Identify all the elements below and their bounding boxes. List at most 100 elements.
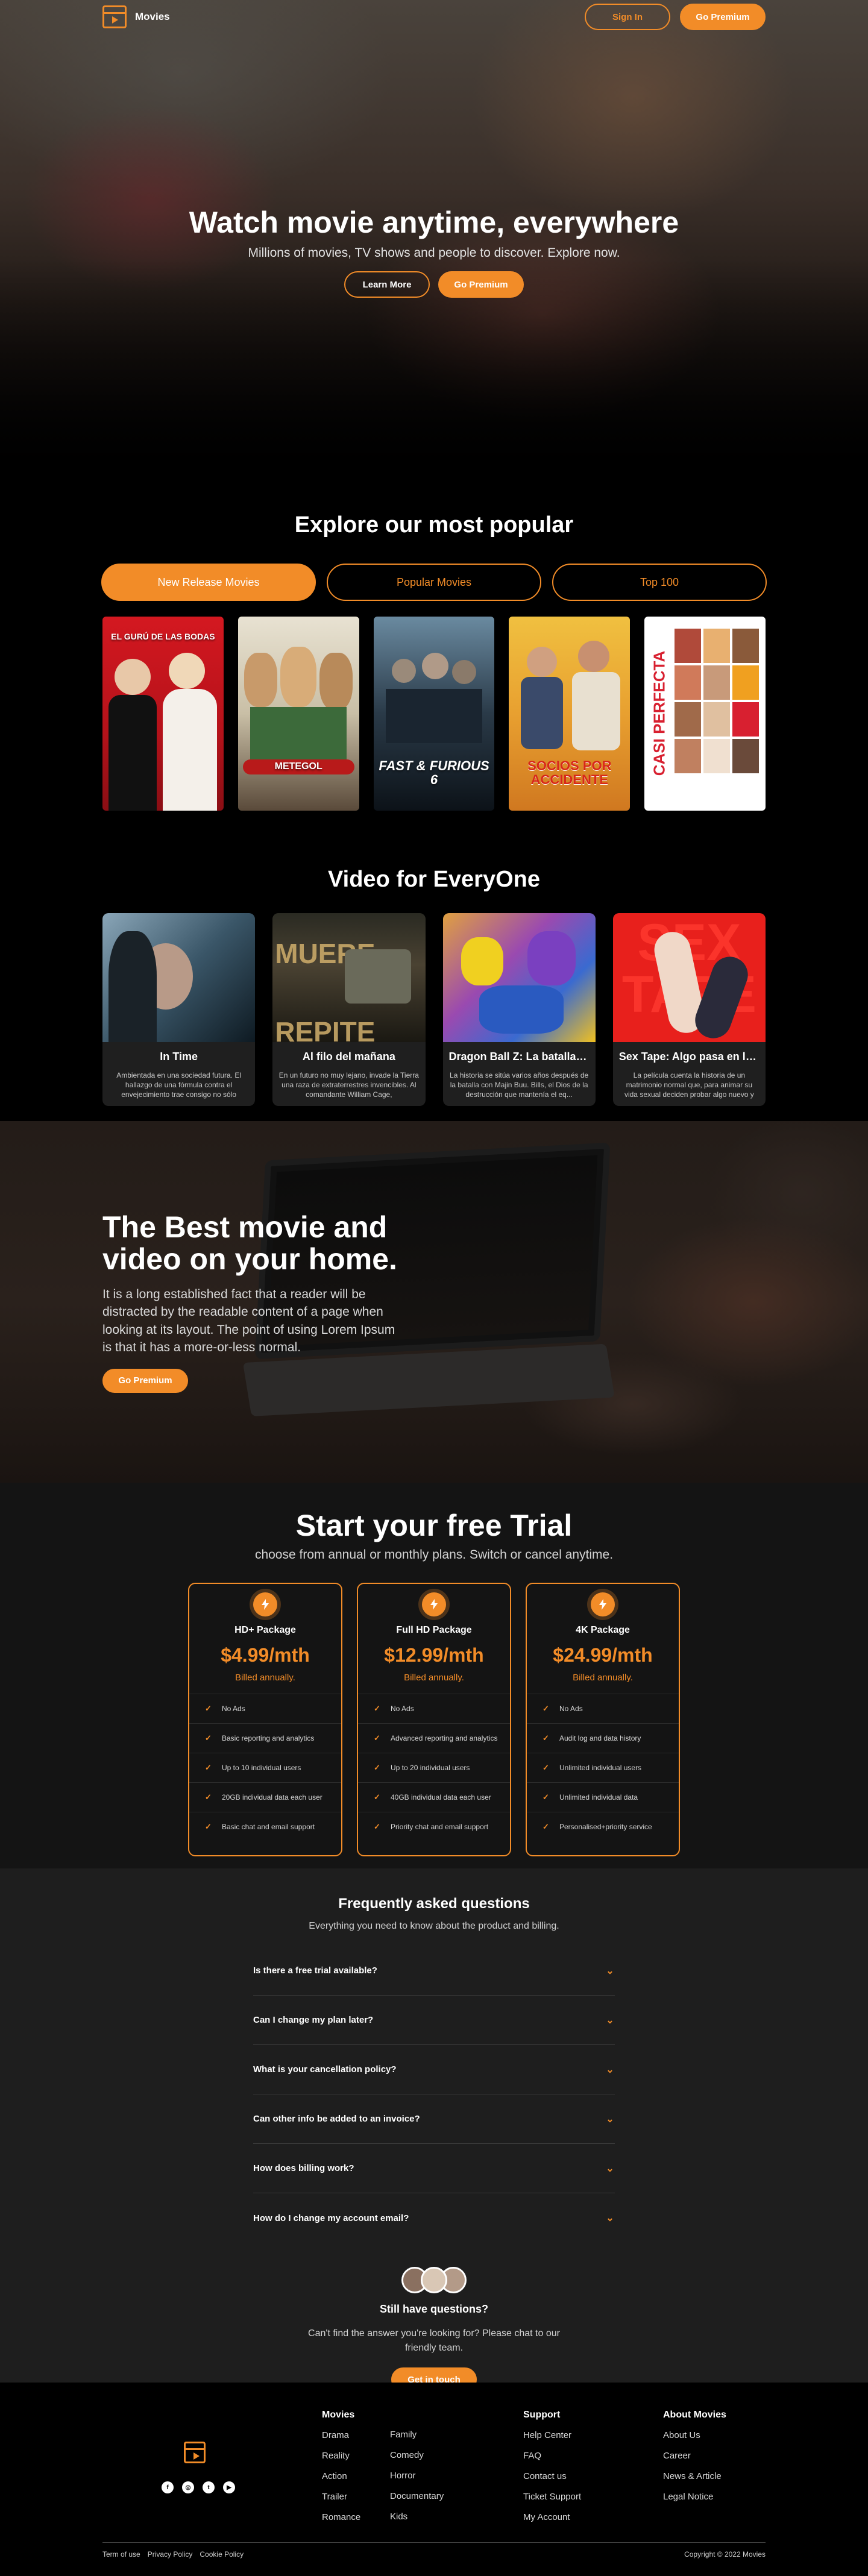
- tab-new-release[interactable]: New Release Movies: [101, 564, 316, 601]
- support-avatars: [0, 2267, 868, 2293]
- footer-link[interactable]: Reality: [322, 2451, 360, 2461]
- popular-tabs: New Release Movies Popular Movies Top 10…: [0, 564, 868, 601]
- footer-col-movies-2: Family Comedy Horror Documentary Kids: [390, 2430, 444, 2532]
- tab-top-100[interactable]: Top 100: [552, 564, 767, 601]
- privacy-link[interactable]: Privacy Policy: [148, 2550, 193, 2559]
- plan-feature: ✓ 20GB individual data each user: [189, 1782, 341, 1812]
- check-icon: ✓: [205, 1733, 212, 1742]
- brand-logo[interactable]: Movies: [102, 5, 170, 28]
- facebook-icon[interactable]: f: [162, 2481, 174, 2493]
- movie-poster[interactable]: EL GURÚ DE LAS BODAS: [102, 617, 224, 811]
- footer-link[interactable]: Help Center: [523, 2430, 581, 2440]
- plan-feature: ✓ Unlimited individual data: [527, 1782, 679, 1812]
- check-icon: ✓: [542, 1704, 549, 1713]
- check-icon: ✓: [205, 1763, 212, 1772]
- plan-feature: ✓ Up to 10 individual users: [189, 1753, 341, 1782]
- best-title: The Best movie and video on your home.: [102, 1210, 397, 1276]
- video-card[interactable]: Dragon Ball Z: La batalla de los dioses …: [442, 913, 596, 1106]
- bolt-icon: [253, 1592, 277, 1616]
- twitter-icon[interactable]: t: [203, 2481, 215, 2493]
- go-premium-nav-button[interactable]: Go Premium: [680, 4, 766, 30]
- footer-link[interactable]: Action: [322, 2471, 360, 2481]
- check-icon: ✓: [542, 1733, 549, 1742]
- footer-link[interactable]: My Account: [523, 2512, 581, 2522]
- check-icon: ✓: [374, 1792, 380, 1802]
- footer-link[interactable]: FAQ: [523, 2451, 581, 2461]
- video-cards: In Time Ambientada en una sociedad futur…: [0, 913, 868, 1106]
- footer-col-support: Support Help Center FAQ Contact us Ticke…: [523, 2410, 581, 2533]
- video-thumbnail: [442, 913, 596, 1042]
- faq-item[interactable]: Can I change my plan later? ⌄: [253, 1996, 615, 2045]
- faq-item[interactable]: Is there a free trial available? ⌄: [253, 1946, 615, 1996]
- check-icon: ✓: [374, 1733, 380, 1742]
- plan-card[interactable]: HD+ Package $4.99/mth Billed annually. ✓…: [188, 1583, 342, 1856]
- plan-billed: Billed annually.: [235, 1673, 295, 1683]
- movie-poster[interactable]: SOCIOS POR ACCIDENTE: [509, 617, 631, 811]
- faq-item[interactable]: How do I change my account email? ⌄: [253, 2193, 615, 2243]
- video-card-desc: La película cuenta la historia de un mat…: [624, 1071, 754, 1099]
- instagram-icon[interactable]: ◎: [182, 2481, 194, 2493]
- still-questions-text: Can't find the answer you're looking for…: [308, 2328, 560, 2353]
- video-card-desc: Ambientada en una sociedad futura. El ha…: [116, 1071, 242, 1099]
- check-icon: ✓: [374, 1763, 380, 1772]
- footer-link[interactable]: Kids: [390, 2512, 444, 2522]
- poster-title: EL GURÚ DE LAS BODAS: [111, 632, 215, 641]
- check-icon: ✓: [542, 1763, 549, 1772]
- plan-feature: ✓ No Ads: [358, 1694, 510, 1723]
- video-card-title: In Time: [160, 1051, 198, 1063]
- youtube-icon[interactable]: ▶: [223, 2481, 235, 2493]
- top-nav: Movies Sign In Go Premium: [0, 0, 868, 34]
- go-premium-hero-button[interactable]: Go Premium: [438, 271, 524, 298]
- plan-feature: ✓ Advanced reporting and analytics: [358, 1723, 510, 1753]
- footer-link[interactable]: About Us: [663, 2430, 726, 2440]
- tab-popular[interactable]: Popular Movies: [327, 564, 541, 601]
- video-card[interactable]: MUERE REPITE Al filo del mañana En un fu…: [272, 913, 426, 1106]
- faq-item[interactable]: How does billing work? ⌄: [253, 2144, 615, 2193]
- plan-feature: ✓ 40GB individual data each user: [358, 1782, 510, 1812]
- faq-item[interactable]: Can other info be added to an invoice? ⌄: [253, 2094, 615, 2144]
- plan-feature: ✓ Audit log and data history: [527, 1723, 679, 1753]
- footer-col-title: Support: [523, 2410, 561, 2420]
- go-premium-best-button[interactable]: Go Premium: [102, 1368, 188, 1393]
- video-card-desc: En un futuro no muy lejano, invade la Ti…: [278, 1071, 419, 1099]
- cookie-link[interactable]: Cookie Policy: [200, 2550, 244, 2559]
- sign-in-button[interactable]: Sign In: [585, 4, 670, 30]
- footer-link[interactable]: Trailer: [322, 2492, 360, 2502]
- plan-card[interactable]: 4K Package $24.99/mth Billed annually. ✓…: [526, 1583, 680, 1856]
- footer-link[interactable]: News & Article: [663, 2471, 726, 2481]
- terms-link[interactable]: Term of use: [102, 2550, 140, 2559]
- film-icon: [102, 5, 127, 28]
- footer-link[interactable]: Legal Notice: [663, 2492, 726, 2502]
- video-card[interactable]: In Time Ambientada en una sociedad futur…: [102, 913, 256, 1106]
- footer-link[interactable]: Documentary: [390, 2491, 444, 2501]
- hero-subtitle: Millions of movies, TV shows and people …: [248, 246, 620, 260]
- bolt-icon: [422, 1592, 446, 1616]
- video-card[interactable]: SEXTAPE Sex Tape: Algo pasa en la nube L…: [612, 913, 766, 1106]
- footer-link[interactable]: Contact us: [523, 2471, 581, 2481]
- footer-link[interactable]: Ticket Support: [523, 2492, 581, 2502]
- learn-more-button[interactable]: Learn More: [344, 271, 430, 298]
- video-card-title: Sex Tape: Algo pasa en la nube: [618, 1051, 760, 1063]
- faq-item[interactable]: What is your cancellation policy? ⌄: [253, 2045, 615, 2094]
- movie-poster[interactable]: FAST & FURIOUS 6: [373, 617, 495, 811]
- plan-feature: ✓ Up to 20 individual users: [358, 1753, 510, 1782]
- footer-link[interactable]: Family: [390, 2430, 444, 2440]
- film-icon[interactable]: [184, 2442, 206, 2463]
- movie-poster[interactable]: METEGOL: [237, 617, 359, 811]
- best-section: The Best movie and video on your home. I…: [0, 1121, 868, 1483]
- plan-card[interactable]: Full HD Package $12.99/mth Billed annual…: [357, 1583, 511, 1856]
- footer-link[interactable]: Drama: [322, 2430, 360, 2440]
- movie-poster[interactable]: CASI PERFECTA: [644, 617, 766, 811]
- check-icon: ✓: [205, 1822, 212, 1831]
- video-card-title: Al filo del mañana: [302, 1051, 395, 1063]
- footer-link[interactable]: Career: [663, 2451, 726, 2461]
- trial-subtitle: choose from annual or monthly plans. Swi…: [254, 1548, 614, 1562]
- footer-link[interactable]: Romance: [322, 2512, 360, 2522]
- plan-feature: ✓ No Ads: [527, 1694, 679, 1723]
- footer-link[interactable]: Comedy: [390, 2450, 444, 2460]
- social-links: f ◎ t ▶: [162, 2481, 235, 2493]
- popular-title: Explore our most popular: [294, 512, 574, 538]
- chevron-down-icon: ⌄: [606, 2015, 614, 2026]
- hero-title: Watch movie anytime, everywhere: [189, 206, 679, 239]
- footer-link[interactable]: Horror: [390, 2471, 444, 2481]
